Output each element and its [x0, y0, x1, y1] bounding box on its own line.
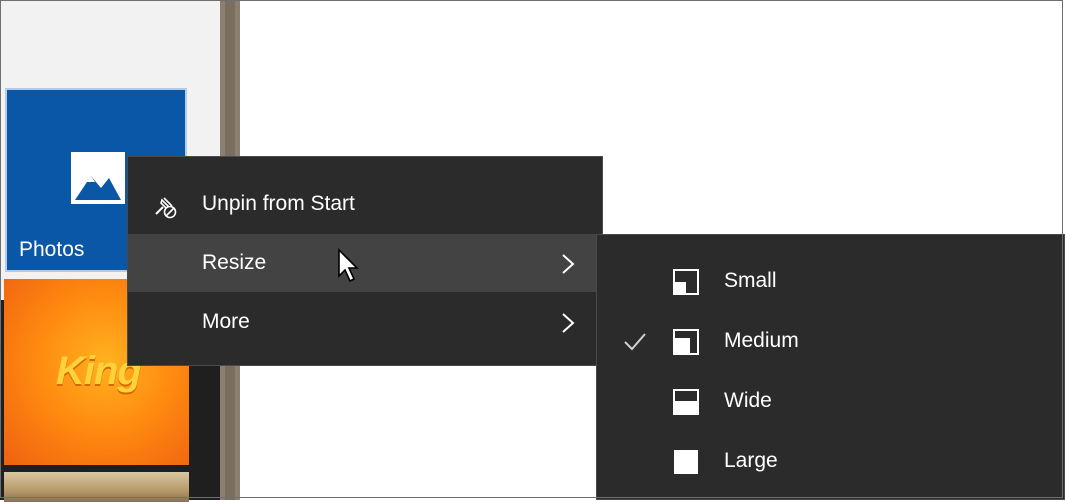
menu-item-unpin[interactable]: Unpin from Start	[128, 175, 602, 233]
landscape-tile[interactable]	[4, 472, 189, 502]
resize-option-small[interactable]: Small	[597, 252, 1064, 310]
chevron-right-icon	[562, 313, 575, 333]
menu-item-label: Resize	[202, 251, 267, 274]
menu-item-label: Unpin from Start	[202, 192, 355, 215]
menu-item-more[interactable]: More	[128, 293, 602, 351]
tile-context-menu: Unpin from Start Resize More	[127, 156, 603, 366]
resize-option-label: Small	[724, 269, 777, 292]
medium-tile-icon	[673, 329, 699, 355]
resize-option-medium[interactable]: Medium	[597, 312, 1064, 370]
resize-option-label: Large	[724, 449, 778, 472]
checkmark-icon	[624, 333, 646, 351]
resize-submenu: Small Medium Wide Large	[596, 234, 1065, 500]
mouse-cursor-icon	[338, 248, 359, 283]
chevron-right-icon	[562, 254, 575, 274]
photos-icon	[71, 152, 125, 204]
menu-item-label: More	[202, 310, 250, 333]
unpin-icon	[155, 197, 177, 219]
resize-option-label: Wide	[724, 389, 772, 412]
photos-tile-label: Photos	[19, 238, 85, 261]
resize-option-large[interactable]: Large	[597, 432, 1064, 490]
resize-option-label: Medium	[724, 329, 799, 352]
large-tile-icon	[674, 450, 698, 474]
menu-item-resize[interactable]: Resize	[128, 234, 602, 292]
wide-tile-icon	[673, 389, 699, 415]
resize-option-wide[interactable]: Wide	[597, 372, 1064, 430]
small-tile-icon	[673, 269, 699, 295]
